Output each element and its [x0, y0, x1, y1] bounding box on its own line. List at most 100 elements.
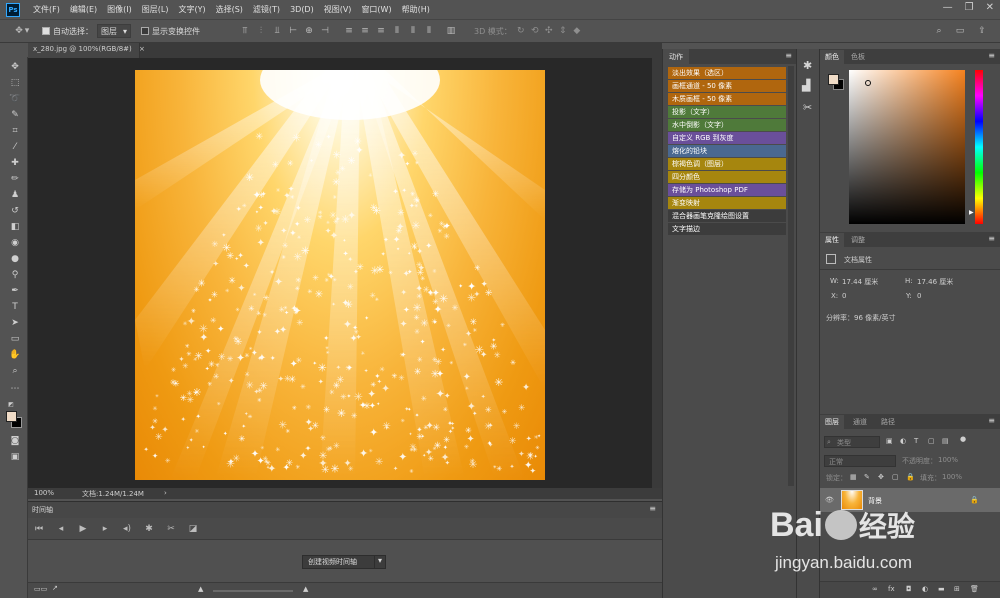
document-image[interactable]: ✳ ✳ ✳ ✳ ✳ ✦ ✳ ✦ ✳ ✳ ✳ ✦ ✳ ✳ ✦ ✦ ✳ ✦ ✳ ✳ ✳ ✦ ✳ ✳ ✳ ✳ ✳ ✦ ✦ ✦ ✳ ✦ ✦ ✦ ✦ ✦ ✦ ✳ ✳ ✳… [135, 70, 545, 480]
hue-slider-handle[interactable]: ▶ [969, 209, 974, 216]
history-brush-tool-icon[interactable]: ↺ [9, 205, 21, 217]
rectangle-tool-icon[interactable]: ▭ [9, 333, 21, 345]
move-tool-icon[interactable]: ✥ [14, 26, 24, 36]
actions-tab[interactable]: 动作 [663, 49, 689, 65]
panel-menu-icon[interactable]: ≡ [988, 416, 995, 425]
action-item[interactable]: 画框通道 - 50 像素 [668, 80, 786, 92]
action-item[interactable]: 混合器画笔克隆绘图设置 [668, 210, 786, 222]
align-left-icon[interactable]: ⊢ [288, 26, 298, 36]
align-hcenter-icon[interactable]: ⊕ [304, 26, 314, 36]
zoom-in-icon[interactable]: ▲ [303, 585, 308, 593]
lasso-tool-icon[interactable]: ➰ [9, 93, 21, 105]
close-icon[interactable]: ✕ [986, 2, 994, 13]
tools-icon[interactable]: ✂ [803, 101, 812, 114]
tab-properties[interactable]: 属性 [820, 233, 844, 247]
action-item[interactable]: 自定义 RGB 到灰度 [668, 132, 786, 144]
distribute-top-icon[interactable]: ≡ [344, 26, 354, 36]
tab-adjustments[interactable]: 调整 [846, 233, 870, 247]
distribute-vcenter-icon[interactable]: ≡ [360, 26, 370, 36]
menu-image[interactable]: 图像(I) [102, 4, 137, 15]
menu-help[interactable]: 帮助(H) [397, 4, 435, 15]
menu-filter[interactable]: 滤镜(T) [248, 4, 285, 15]
auto-align-icon[interactable]: ▥ [446, 26, 456, 36]
slide-3d-icon[interactable]: ⇕ [558, 26, 568, 36]
fill-value[interactable]: 100% [942, 473, 962, 481]
quick-select-tool-icon[interactable]: ✎ [9, 109, 21, 121]
hue-slider[interactable] [975, 70, 983, 224]
more-tools-icon[interactable]: ⋯ [9, 383, 21, 395]
share-icon[interactable]: ⇪ [977, 26, 987, 36]
pan-3d-icon[interactable]: ✣ [544, 26, 554, 36]
new-group-icon[interactable]: ▬ [938, 585, 945, 593]
lock-pixels-icon[interactable]: ✎ [864, 473, 870, 481]
action-item[interactable]: 四分颜色 [668, 171, 786, 183]
actions-scrollbar[interactable] [788, 66, 794, 486]
close-tab-icon[interactable]: × [139, 45, 145, 53]
menu-select[interactable]: 选择(S) [211, 4, 248, 15]
panel-menu-icon[interactable]: ≡ [988, 51, 995, 60]
paint-bucket-tool-icon[interactable]: ◉ [9, 237, 21, 249]
panel-menu-icon[interactable]: ≡ [785, 51, 792, 60]
eyedropper-tool-icon[interactable]: ⁄ [9, 141, 21, 153]
frame-rate-icon[interactable]: ▭▭ [34, 585, 47, 593]
menu-file[interactable]: 文件(F) [28, 4, 65, 15]
brush-tool-icon[interactable]: ✏ [9, 173, 21, 185]
blur-tool-icon[interactable]: ● [9, 253, 21, 265]
play-icon[interactable]: ▶ [78, 524, 88, 534]
align-bottom-icon[interactable]: ⫫ [272, 26, 282, 36]
panel-menu-icon[interactable]: ≡ [649, 504, 656, 513]
height-value[interactable]: 17.46 厘米 [917, 277, 953, 287]
chevron-down-icon[interactable]: ▾ [374, 555, 386, 569]
zoom-slider[interactable] [213, 590, 293, 592]
move-tool-icon[interactable]: ✥ [9, 61, 21, 73]
distribute-hcenter-icon[interactable]: ⦀ [408, 26, 418, 36]
zoom-level[interactable]: 100% [34, 489, 54, 497]
orbit-3d-icon[interactable]: ↻ [516, 26, 526, 36]
layer-style-icon[interactable]: fx [888, 585, 895, 593]
link-layers-icon[interactable]: ∞ [872, 585, 878, 593]
filter-smart-object-icon[interactable]: ▤ [942, 437, 949, 445]
menu-layer[interactable]: 图层(L) [137, 4, 174, 15]
menu-edit[interactable]: 编辑(E) [65, 4, 102, 15]
tab-swatches[interactable]: 色板 [846, 50, 870, 64]
action-item[interactable]: 木质画框 - 50 像素 [668, 93, 786, 105]
tab-channels[interactable]: 通道 [848, 415, 872, 429]
distribute-bottom-icon[interactable]: ≡ [376, 26, 386, 36]
dodge-tool-icon[interactable]: ⚲ [9, 269, 21, 281]
menu-3d[interactable]: 3D(D) [285, 5, 319, 14]
pen-tool-icon[interactable]: ✒ [9, 285, 21, 297]
filter-shape-icon[interactable]: ▢ [928, 437, 935, 445]
show-transform-checkbox[interactable] [141, 27, 150, 35]
search-icon[interactable]: ⌕ [934, 26, 944, 36]
menu-view[interactable]: 视图(V) [319, 4, 357, 15]
filter-toggle-icon[interactable]: ● [960, 435, 966, 443]
document-tab[interactable]: x_280.jpg @ 100%(RGB/8#) × [28, 43, 145, 58]
type-tool-icon[interactable]: T [9, 301, 21, 313]
path-select-tool-icon[interactable]: ➤ [9, 317, 21, 329]
timeline-title[interactable]: 时间轴 [32, 505, 53, 515]
align-vcenter-icon[interactable]: ⫶ [256, 26, 266, 36]
action-item[interactable]: 存储为 Photoshop PDF [668, 184, 786, 196]
eye-visibility-icon[interactable]: 👁 [825, 496, 834, 504]
workspace-icon[interactable]: ▭ [955, 26, 965, 36]
y-value[interactable]: 0 [917, 292, 921, 300]
zoom-out-icon[interactable]: ▲ [198, 585, 203, 593]
next-frame-icon[interactable]: ▸ [100, 524, 110, 534]
scale-3d-icon[interactable]: ◆ [572, 26, 582, 36]
convert-icon[interactable]: ↗ [52, 584, 58, 592]
clone-stamp-tool-icon[interactable]: ♟ [9, 189, 21, 201]
chevron-down-icon[interactable]: ▾ [24, 26, 30, 36]
foreground-color-swatch[interactable] [828, 74, 839, 85]
chevron-right-icon[interactable]: › [164, 489, 167, 497]
action-item[interactable]: 渐变映射 [668, 197, 786, 209]
tab-layers[interactable]: 图层 [820, 415, 844, 429]
roll-3d-icon[interactable]: ⟲ [530, 26, 540, 36]
adjustment-layer-icon[interactable]: ◐ [922, 585, 928, 593]
align-top-icon[interactable]: ⫪ [240, 26, 250, 36]
filter-pixel-icon[interactable]: ▣ [886, 437, 893, 445]
action-item[interactable]: 投影（文字） [668, 106, 786, 118]
audio-icon[interactable]: ◂) [122, 524, 132, 534]
add-mask-icon[interactable]: ◘ [906, 585, 912, 593]
eraser-tool-icon[interactable]: ◧ [9, 221, 21, 233]
hand-tool-icon[interactable]: ✋ [9, 349, 21, 361]
